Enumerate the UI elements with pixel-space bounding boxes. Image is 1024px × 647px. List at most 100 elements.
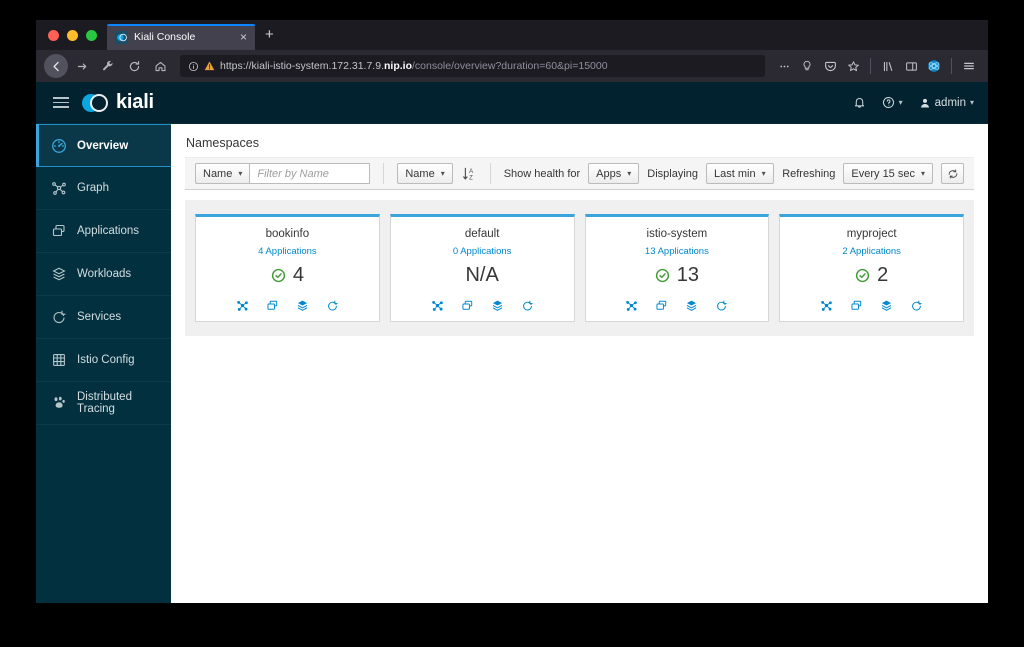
- sidebar-item-services[interactable]: Services: [36, 296, 171, 339]
- bookmark-star-icon[interactable]: [842, 55, 864, 77]
- page-info-icon[interactable]: [188, 61, 199, 72]
- hamburger-icon[interactable]: [36, 97, 82, 108]
- devtools-wrench-icon[interactable]: [96, 54, 120, 78]
- applications-icon[interactable]: [655, 298, 669, 312]
- chevron-down-icon: ▾: [440, 169, 445, 178]
- sidebar-item-distributed-tracing[interactable]: Distributed Tracing: [36, 382, 171, 425]
- bell-icon[interactable]: [853, 96, 866, 109]
- minimize-window-button[interactable]: [67, 29, 78, 41]
- services-icon[interactable]: [520, 298, 534, 312]
- kiali-brand[interactable]: kiali: [82, 91, 154, 114]
- services-icon: [50, 309, 67, 326]
- displaying-label: Displaying: [647, 167, 698, 180]
- toolbar-divider-2: [489, 163, 491, 184]
- namespace-apps-link[interactable]: 0 Applications: [453, 246, 512, 257]
- health-ok-icon: [271, 268, 286, 283]
- services-icon[interactable]: [910, 298, 924, 312]
- back-icon[interactable]: [44, 54, 68, 78]
- tab-title: Kiali Console: [134, 31, 196, 43]
- lightbulb-icon[interactable]: [796, 55, 818, 77]
- applications-icon[interactable]: [850, 298, 864, 312]
- url-text: https://kiali-istio-system.172.31.7.9.ni…: [220, 60, 608, 72]
- sidebar-item-overview[interactable]: Overview: [36, 124, 171, 167]
- graph-icon[interactable]: [625, 298, 639, 312]
- reload-icon[interactable]: [122, 54, 146, 78]
- close-tab-icon[interactable]: ×: [238, 31, 249, 43]
- new-tab-button[interactable]: +: [255, 26, 284, 45]
- sort-alpha-down-icon[interactable]: AZ: [462, 166, 477, 182]
- chevron-down-icon: ▾: [238, 169, 243, 178]
- namespace-actions: [820, 298, 924, 312]
- refresh-interval-dropdown[interactable]: Every 15 sec ▾: [843, 163, 933, 184]
- sort-dropdown[interactable]: Name ▾: [397, 163, 453, 184]
- sidebar-item-graph[interactable]: Graph: [36, 167, 171, 210]
- browser-window: Kiali Console × + https://kiali-istio-sy…: [36, 20, 988, 603]
- toolbar-divider: [870, 58, 871, 74]
- maximize-window-button[interactable]: [86, 29, 97, 41]
- filter-type-value: Name: [203, 167, 233, 180]
- insecure-warning-icon[interactable]: [204, 60, 215, 72]
- services-icon[interactable]: [325, 298, 339, 312]
- namespace-apps-link[interactable]: 2 Applications: [842, 246, 901, 257]
- browser-toolbar: https://kiali-istio-system.172.31.7.9.ni…: [36, 50, 988, 82]
- help-menu[interactable]: ▾: [882, 96, 903, 109]
- app-menu-icon[interactable]: [958, 55, 980, 77]
- namespace-health: 4: [271, 264, 304, 287]
- window-controls: [44, 20, 107, 50]
- page-title: Namespaces: [186, 136, 259, 150]
- refresh-button[interactable]: [941, 163, 964, 184]
- brand-name: kiali: [116, 91, 154, 113]
- workloads-icon[interactable]: [880, 298, 894, 312]
- sidebar-item-label: Services: [77, 311, 122, 323]
- ellipsis-icon[interactable]: [773, 55, 795, 77]
- toolbar-divider-2: [951, 58, 952, 74]
- applications-icon[interactable]: [460, 298, 474, 312]
- filter-toolbar: Name ▾ Filter by Name Name ▾ AZ Show hea…: [185, 157, 974, 190]
- namespace-card[interactable]: bookinfo 4 Applications 4: [195, 214, 380, 322]
- sidebar-item-label: Workloads: [77, 268, 132, 280]
- workloads-icon[interactable]: [295, 298, 309, 312]
- graph-icon[interactable]: [235, 298, 249, 312]
- namespace-card[interactable]: default 0 Applications N/A: [389, 214, 575, 322]
- sidebar-item-applications[interactable]: Applications: [36, 210, 171, 253]
- sidebar-item-label: Graph: [77, 182, 109, 194]
- kiali-logo-icon: [115, 30, 128, 44]
- health-scope-dropdown[interactable]: Apps ▾: [588, 163, 640, 184]
- forward-icon[interactable]: [70, 54, 94, 78]
- duration-dropdown[interactable]: Last min ▾: [706, 163, 774, 184]
- namespace-name: myproject: [846, 228, 897, 240]
- refresh-interval-value: Every 15 sec: [851, 167, 915, 180]
- namespace-apps-link[interactable]: 13 Applications: [645, 246, 709, 257]
- address-bar[interactable]: https://kiali-istio-system.172.31.7.9.ni…: [180, 55, 765, 77]
- namespace-card[interactable]: istio-system 13 Applications 13: [584, 214, 770, 322]
- sidebar-item-workloads[interactable]: Workloads: [36, 253, 171, 296]
- close-window-button[interactable]: [48, 29, 59, 41]
- health-count: N/A: [465, 264, 499, 286]
- graph-icon[interactable]: [820, 298, 834, 312]
- sidebar-item-istio-config[interactable]: Istio Config: [36, 339, 171, 382]
- applications-icon[interactable]: [265, 298, 279, 312]
- filter-input[interactable]: Filter by Name: [250, 163, 371, 184]
- home-icon[interactable]: [148, 54, 172, 78]
- library-icon[interactable]: [877, 55, 899, 77]
- chevron-down-icon: ▾: [627, 169, 632, 178]
- user-menu[interactable]: admin ▾: [919, 97, 974, 109]
- namespace-apps-link[interactable]: 4 Applications: [258, 246, 317, 257]
- sidebar-icon[interactable]: [900, 55, 922, 77]
- workloads-icon[interactable]: [490, 298, 504, 312]
- graph-icon[interactable]: [430, 298, 444, 312]
- sort-value: Name: [405, 167, 435, 180]
- namespace-actions: [430, 298, 534, 312]
- tracing-icon: [50, 395, 67, 412]
- pocket-icon[interactable]: [819, 55, 841, 77]
- namespace-card[interactable]: myproject 2 Applications 2: [779, 214, 964, 322]
- workloads-icon[interactable]: [685, 298, 699, 312]
- sidebar-item-label: Distributed Tracing: [77, 391, 132, 415]
- tab-strip: Kiali Console × +: [36, 20, 988, 50]
- filter-type-dropdown[interactable]: Name ▾: [195, 163, 251, 184]
- services-icon[interactable]: [715, 298, 729, 312]
- duration-value: Last min: [714, 167, 756, 180]
- extension-icon[interactable]: [923, 55, 945, 77]
- browser-tab-kiali-console[interactable]: Kiali Console ×: [107, 24, 255, 50]
- health-ok-icon: [855, 268, 870, 283]
